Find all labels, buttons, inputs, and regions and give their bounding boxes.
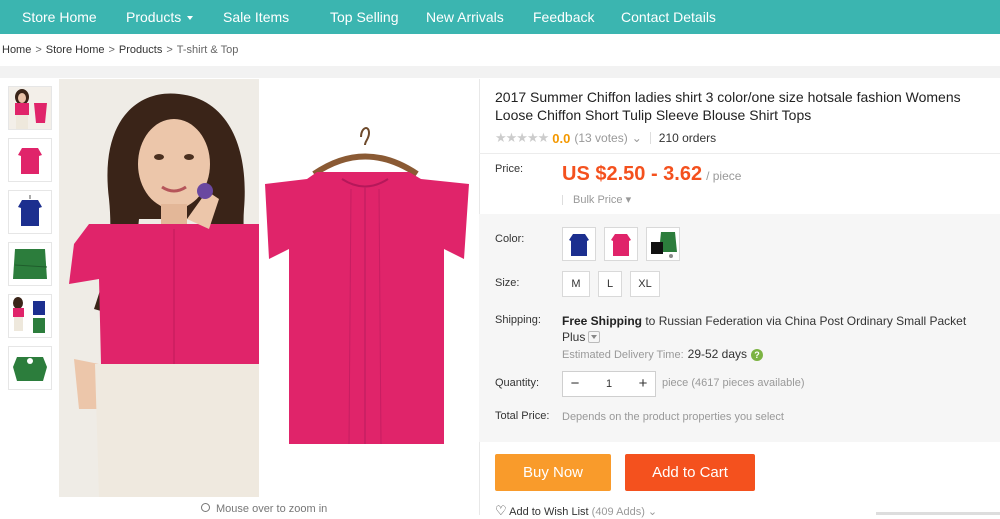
buy-now-button[interactable]: Buy Now <box>495 454 611 491</box>
thumbnail-three-colors[interactable] <box>8 294 52 338</box>
help-icon[interactable]: ? <box>751 349 764 362</box>
price-block: US $2.50 - 3.62/ piece <box>562 163 741 186</box>
size-label: Size: <box>495 277 520 289</box>
quantity-input[interactable]: 1 <box>589 372 629 396</box>
breadcrumb-current: T-shirt & Top <box>176 44 239 56</box>
quantity-decrease-button[interactable]: − <box>563 372 587 396</box>
total-price-label: Total Price: <box>495 410 550 422</box>
thumbnail-pink-blouse[interactable] <box>8 138 52 182</box>
add-to-wish-list[interactable]: ♡ Add to Wish List (409 Adds) ⌄ <box>495 503 657 519</box>
quantity-increase-button[interactable]: + <box>631 372 655 396</box>
thumbnail-green-blouse[interactable] <box>8 242 52 286</box>
wish-label: Add to Wish List <box>509 506 589 518</box>
zoom-hint-text: Mouse over to zoom in <box>216 503 328 515</box>
thumbnail-green-folded[interactable] <box>8 346 52 390</box>
caret-down-icon: ▾ <box>625 194 632 206</box>
thumbnail-model[interactable] <box>8 86 52 130</box>
total-price-text: Depends on the product properties you se… <box>562 411 784 423</box>
shipping-label: Shipping: <box>495 314 541 326</box>
size-option-xl[interactable]: XL <box>630 271 660 297</box>
wish-adds: (409 Adds) <box>591 506 645 518</box>
nav-new-arrivals[interactable]: New Arrivals <box>426 0 504 34</box>
nav-contact-details[interactable]: Contact Details <box>621 0 716 34</box>
free-shipping: Free Shipping <box>562 314 643 328</box>
quantity-stepper: − 1 + <box>562 371 656 397</box>
rating-score[interactable]: 0.0 <box>552 131 570 146</box>
shipping-to: to <box>642 314 659 328</box>
zoom-hint: Mouse over to zoom in <box>201 503 327 515</box>
delivery-label: Estimated Delivery Time: <box>562 349 684 361</box>
breadcrumb-separator: > <box>35 44 42 56</box>
color-option-green[interactable] <box>646 227 680 261</box>
nav-feedback[interactable]: Feedback <box>533 0 594 34</box>
breadcrumb-separator: > <box>166 44 173 56</box>
color-option-blue[interactable] <box>562 227 596 261</box>
product-title: 2017 Summer Chiffon ladies shirt 3 color… <box>495 89 961 123</box>
delivery-days: 29-52 days <box>687 347 748 361</box>
nav-store-home[interactable]: Store Home <box>22 0 97 34</box>
breadcrumb-products[interactable]: Products <box>119 44 162 56</box>
rating-votes[interactable]: (13 votes) <box>574 131 627 145</box>
orders-count: 210 orders <box>658 131 717 145</box>
heart-icon: ♡ <box>495 503 507 518</box>
nav-sale-items[interactable]: Sale Items <box>223 0 289 34</box>
section-divider <box>0 66 1000 78</box>
nav-top-selling[interactable]: Top Selling <box>330 0 399 34</box>
shipping-dropdown-icon[interactable] <box>588 331 601 343</box>
pipe-divider <box>562 195 563 206</box>
chevron-down-icon[interactable]: ⌄ <box>648 506 657 518</box>
bulk-price[interactable]: Bulk Price ▾ <box>562 193 631 206</box>
delivery-estimate: Estimated Delivery Time: 29-52 days? <box>562 347 764 362</box>
color-option-pink[interactable] <box>604 227 638 261</box>
chevron-down-icon[interactable]: ⌄ <box>632 131 642 145</box>
nav-products[interactable]: Products <box>126 0 194 34</box>
breadcrumb-home[interactable]: Home <box>2 44 31 56</box>
store-nav-bar: Store Home Products Sale Items Top Selli… <box>0 0 1000 34</box>
size-option-m[interactable]: M <box>562 271 590 297</box>
chevron-down-icon <box>187 16 194 21</box>
divider <box>479 153 1000 154</box>
breadcrumb-store-home[interactable]: Store Home <box>46 44 105 56</box>
quantity-label: Quantity: <box>495 377 540 389</box>
color-label: Color: <box>495 233 525 245</box>
pipe-divider <box>649 132 651 144</box>
star-rating-icon[interactable]: ★★★★★ <box>495 130 549 146</box>
bulk-price-label: Bulk Price <box>573 194 623 206</box>
price-label: Price: <box>495 163 524 175</box>
price-unit: / piece <box>706 169 742 183</box>
nav-products-label: Products <box>126 9 182 25</box>
size-option-l[interactable]: L <box>598 271 622 297</box>
breadcrumb: Home > Store Home > Products > T-shirt & Top <box>2 44 238 56</box>
price-value: US $2.50 - 3.62 <box>562 163 703 185</box>
rating-row: ★★★★★ 0.0 (13 votes) ⌄ 210 orders <box>495 130 716 146</box>
breadcrumb-separator: > <box>108 44 115 56</box>
thumbnail-blue-blouse[interactable] <box>8 190 52 234</box>
add-to-cart-button[interactable]: Add to Cart <box>625 454 755 491</box>
magnifier-icon <box>201 503 210 512</box>
shipping-info: Free Shipping to Russian Federation via … <box>562 314 982 345</box>
main-product-image[interactable] <box>59 79 478 497</box>
quantity-availability: piece (4617 pieces available) <box>662 377 805 389</box>
